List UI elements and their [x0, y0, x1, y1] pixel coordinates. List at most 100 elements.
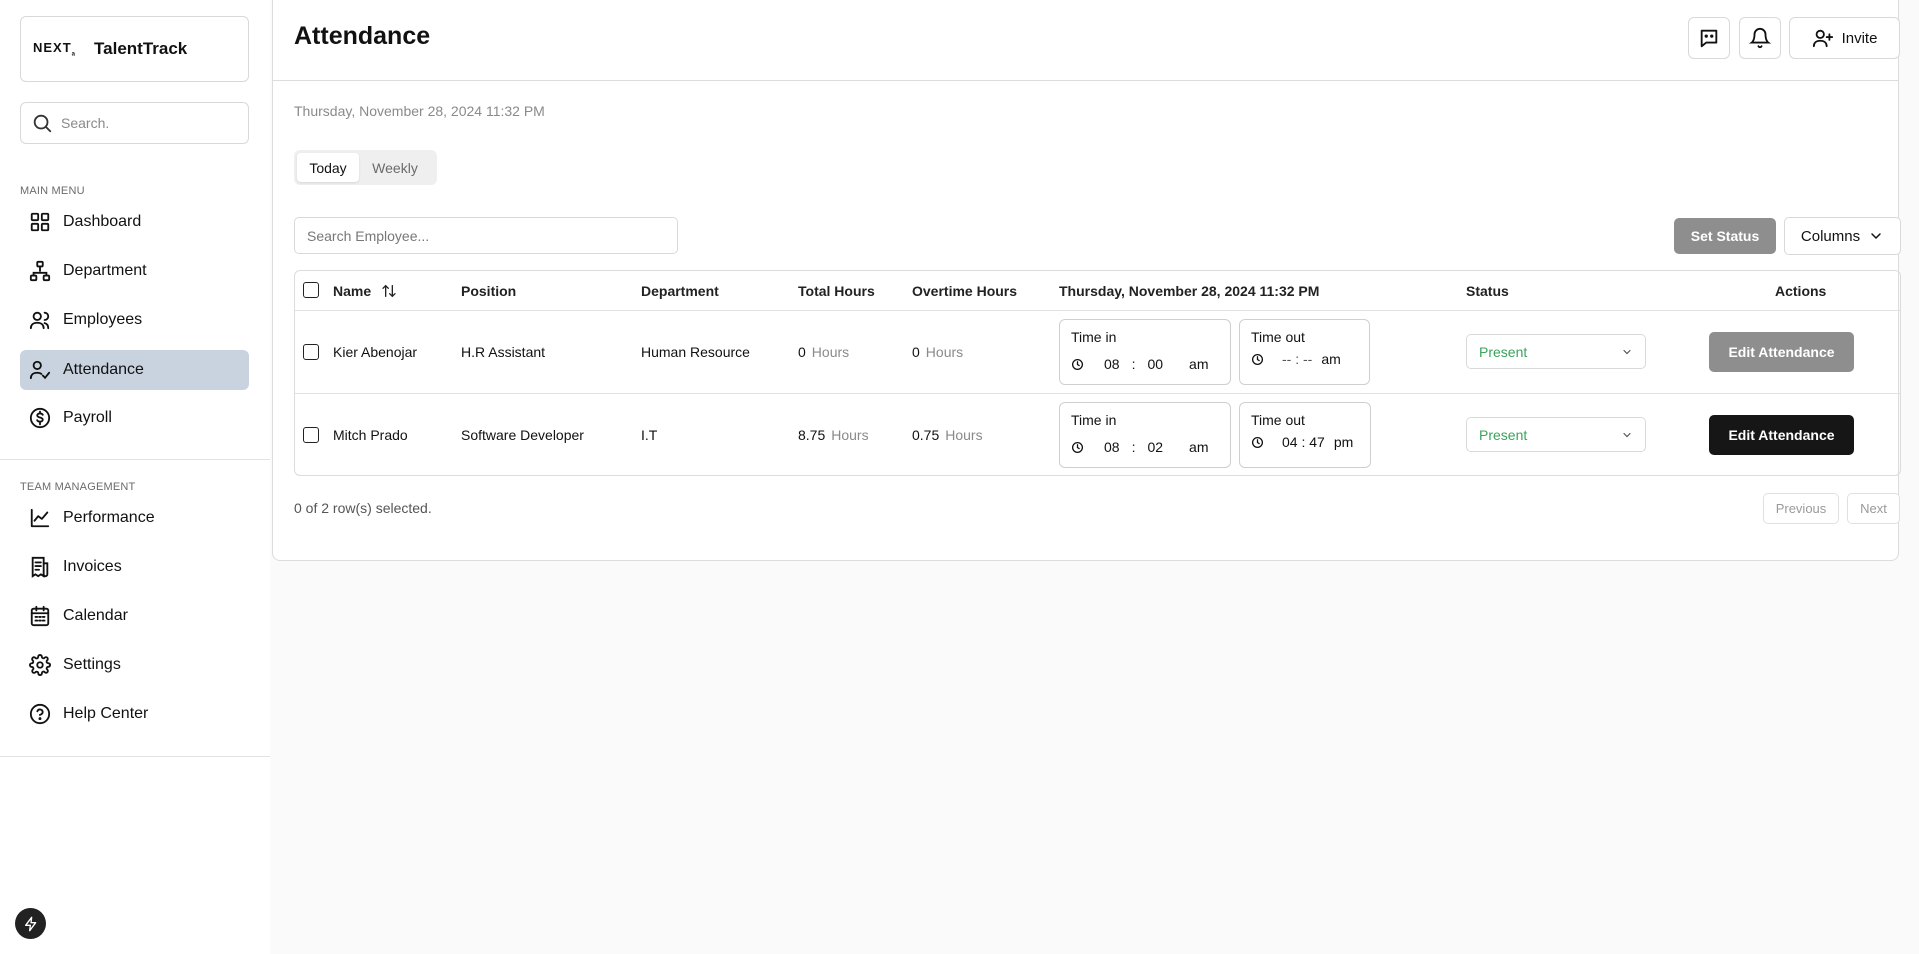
- table-row: Mitch Prado Software Developer I.T 8.75 H…: [295, 394, 1900, 477]
- nav-label: Invoices: [63, 558, 122, 575]
- nav-attendance[interactable]: Attendance: [20, 350, 249, 390]
- time-in-value: 08 : 02 am: [1071, 439, 1209, 455]
- previous-page-button[interactable]: Previous: [1763, 493, 1839, 524]
- main-panel: Attendance Invite Thursday, November 28,…: [272, 0, 1901, 561]
- main-menu-heading: MAIN MENU: [20, 185, 85, 197]
- attendance-table: Name Position Department Total Hours Ove…: [294, 270, 1901, 476]
- chat-button[interactable]: [1688, 17, 1730, 59]
- overtime-hours: 0 Hours: [912, 344, 964, 360]
- sidebar-search: [20, 102, 249, 144]
- edit-attendance-button[interactable]: Edit Attendance: [1709, 332, 1854, 372]
- edit-attendance-button[interactable]: Edit Attendance: [1709, 415, 1854, 455]
- sidebar-divider: [0, 756, 270, 757]
- nav-label: Calendar: [63, 607, 128, 624]
- quick-action-button[interactable]: [15, 908, 46, 939]
- user-plus-icon: [1812, 29, 1833, 48]
- users-icon: [29, 311, 50, 330]
- calendar-icon: [30, 605, 50, 627]
- column-header-date: Thursday, November 28, 2024 11:32 PM: [1059, 283, 1320, 299]
- nav-department[interactable]: Department: [20, 251, 249, 291]
- time-out-value: -- : -- am: [1251, 351, 1341, 367]
- clock-icon: [1251, 353, 1264, 365]
- row-checkbox[interactable]: [303, 427, 319, 443]
- time-out-picker[interactable]: Time out -- : -- am: [1239, 319, 1370, 385]
- time-out-label: Time out: [1251, 329, 1305, 345]
- time-in-label: Time in: [1071, 412, 1117, 428]
- invite-label: Invite: [1841, 29, 1878, 47]
- employee-position: Software Developer: [461, 427, 584, 443]
- nav-payroll[interactable]: Payroll: [20, 398, 249, 438]
- page-header: Attendance Invite: [273, 0, 1900, 81]
- chevron-down-icon: [1623, 349, 1631, 355]
- invite-button[interactable]: Invite: [1789, 17, 1900, 59]
- nav-help-center[interactable]: Help Center: [20, 694, 249, 734]
- nav-label: Department: [63, 262, 147, 279]
- clock-icon: [1071, 441, 1084, 453]
- time-in-picker[interactable]: Time in 08 : 02 am: [1059, 402, 1231, 468]
- nav-calendar[interactable]: Calendar: [20, 596, 249, 636]
- nav-settings[interactable]: Settings: [20, 645, 249, 685]
- sidebar-search-input[interactable]: [61, 115, 231, 131]
- table-row: Kier Abenojar H.R Assistant Human Resour…: [295, 311, 1900, 394]
- clock-icon: [1251, 436, 1264, 448]
- line-chart-icon: [30, 508, 50, 528]
- brand-card[interactable]: NEXTa TalentTrack: [20, 16, 249, 82]
- next-page-button[interactable]: Next: [1847, 493, 1900, 524]
- employee-department: Human Resource: [641, 344, 750, 360]
- brand-logo: NEXTa: [33, 40, 77, 58]
- rows-selected-count: 0 of 2 row(s) selected.: [294, 500, 432, 516]
- nav-label: Help Center: [63, 705, 149, 722]
- employee-name: Kier Abenojar: [333, 344, 418, 360]
- total-hours: 8.75 Hours: [798, 427, 869, 443]
- nav-invoices[interactable]: Invoices: [20, 547, 249, 587]
- set-status-button[interactable]: Set Status: [1674, 218, 1776, 254]
- status-value: Present: [1479, 343, 1528, 360]
- column-header-status: Status: [1466, 283, 1509, 299]
- time-in-picker[interactable]: Time in 08 : 00 am: [1059, 319, 1231, 385]
- column-header-actions: Actions: [1775, 283, 1827, 299]
- row-checkbox[interactable]: [303, 344, 319, 360]
- nav-dashboard[interactable]: Dashboard: [20, 202, 249, 242]
- chevron-down-icon: [1623, 432, 1631, 438]
- columns-button[interactable]: Columns: [1784, 217, 1901, 255]
- column-label: Name: [333, 283, 372, 299]
- team-management-heading: TEAM MANAGEMENT: [20, 481, 136, 493]
- nav-label: Payroll: [63, 409, 112, 426]
- columns-label: Columns: [1800, 227, 1861, 245]
- status-select[interactable]: Present: [1466, 334, 1646, 369]
- nav-performance[interactable]: Performance: [20, 498, 249, 538]
- total-hours: 0 Hours: [798, 344, 850, 360]
- brand-name: TalentTrack: [94, 39, 188, 58]
- time-in-value: 08 : 00 am: [1071, 356, 1209, 372]
- select-all-checkbox[interactable]: [303, 282, 319, 298]
- status-value: Present: [1479, 426, 1528, 443]
- grid-icon: [30, 212, 50, 232]
- tab-weekly[interactable]: Weekly: [359, 153, 431, 182]
- column-header-total-hours: Total Hours: [798, 283, 875, 299]
- gear-icon: [29, 654, 51, 676]
- chat-bot-icon: [1700, 29, 1718, 48]
- time-out-label: Time out: [1251, 412, 1305, 428]
- nav-label: Employees: [63, 311, 143, 328]
- time-out-picker[interactable]: Time out 04 : 47 pm: [1239, 402, 1371, 468]
- column-header-department: Department: [641, 283, 719, 299]
- sort-icon: [382, 284, 396, 298]
- bell-icon: [1749, 28, 1771, 49]
- nav-employees[interactable]: Employees: [20, 300, 249, 340]
- time-out-value: 04 : 47 pm: [1251, 434, 1353, 450]
- notifications-button[interactable]: [1739, 17, 1781, 59]
- tab-today[interactable]: Today: [297, 153, 359, 182]
- employee-position: H.R Assistant: [461, 344, 546, 360]
- employee-department: I.T: [641, 427, 658, 443]
- table-header-row: Name Position Department Total Hours Ove…: [295, 271, 1900, 311]
- status-select[interactable]: Present: [1466, 417, 1646, 452]
- dollar-circle-icon: [29, 407, 51, 429]
- overtime-hours: 0.75 Hours: [912, 427, 983, 443]
- column-header-name[interactable]: Name: [333, 283, 397, 299]
- sidebar: NEXTa TalentTrack MAIN MENU Dashboard De…: [0, 0, 270, 954]
- employee-search-input[interactable]: [294, 217, 678, 254]
- nav-label: Dashboard: [63, 213, 142, 230]
- lightning-icon: [24, 916, 36, 931]
- help-circle-icon: [29, 703, 51, 725]
- nav-label: Performance: [63, 509, 155, 526]
